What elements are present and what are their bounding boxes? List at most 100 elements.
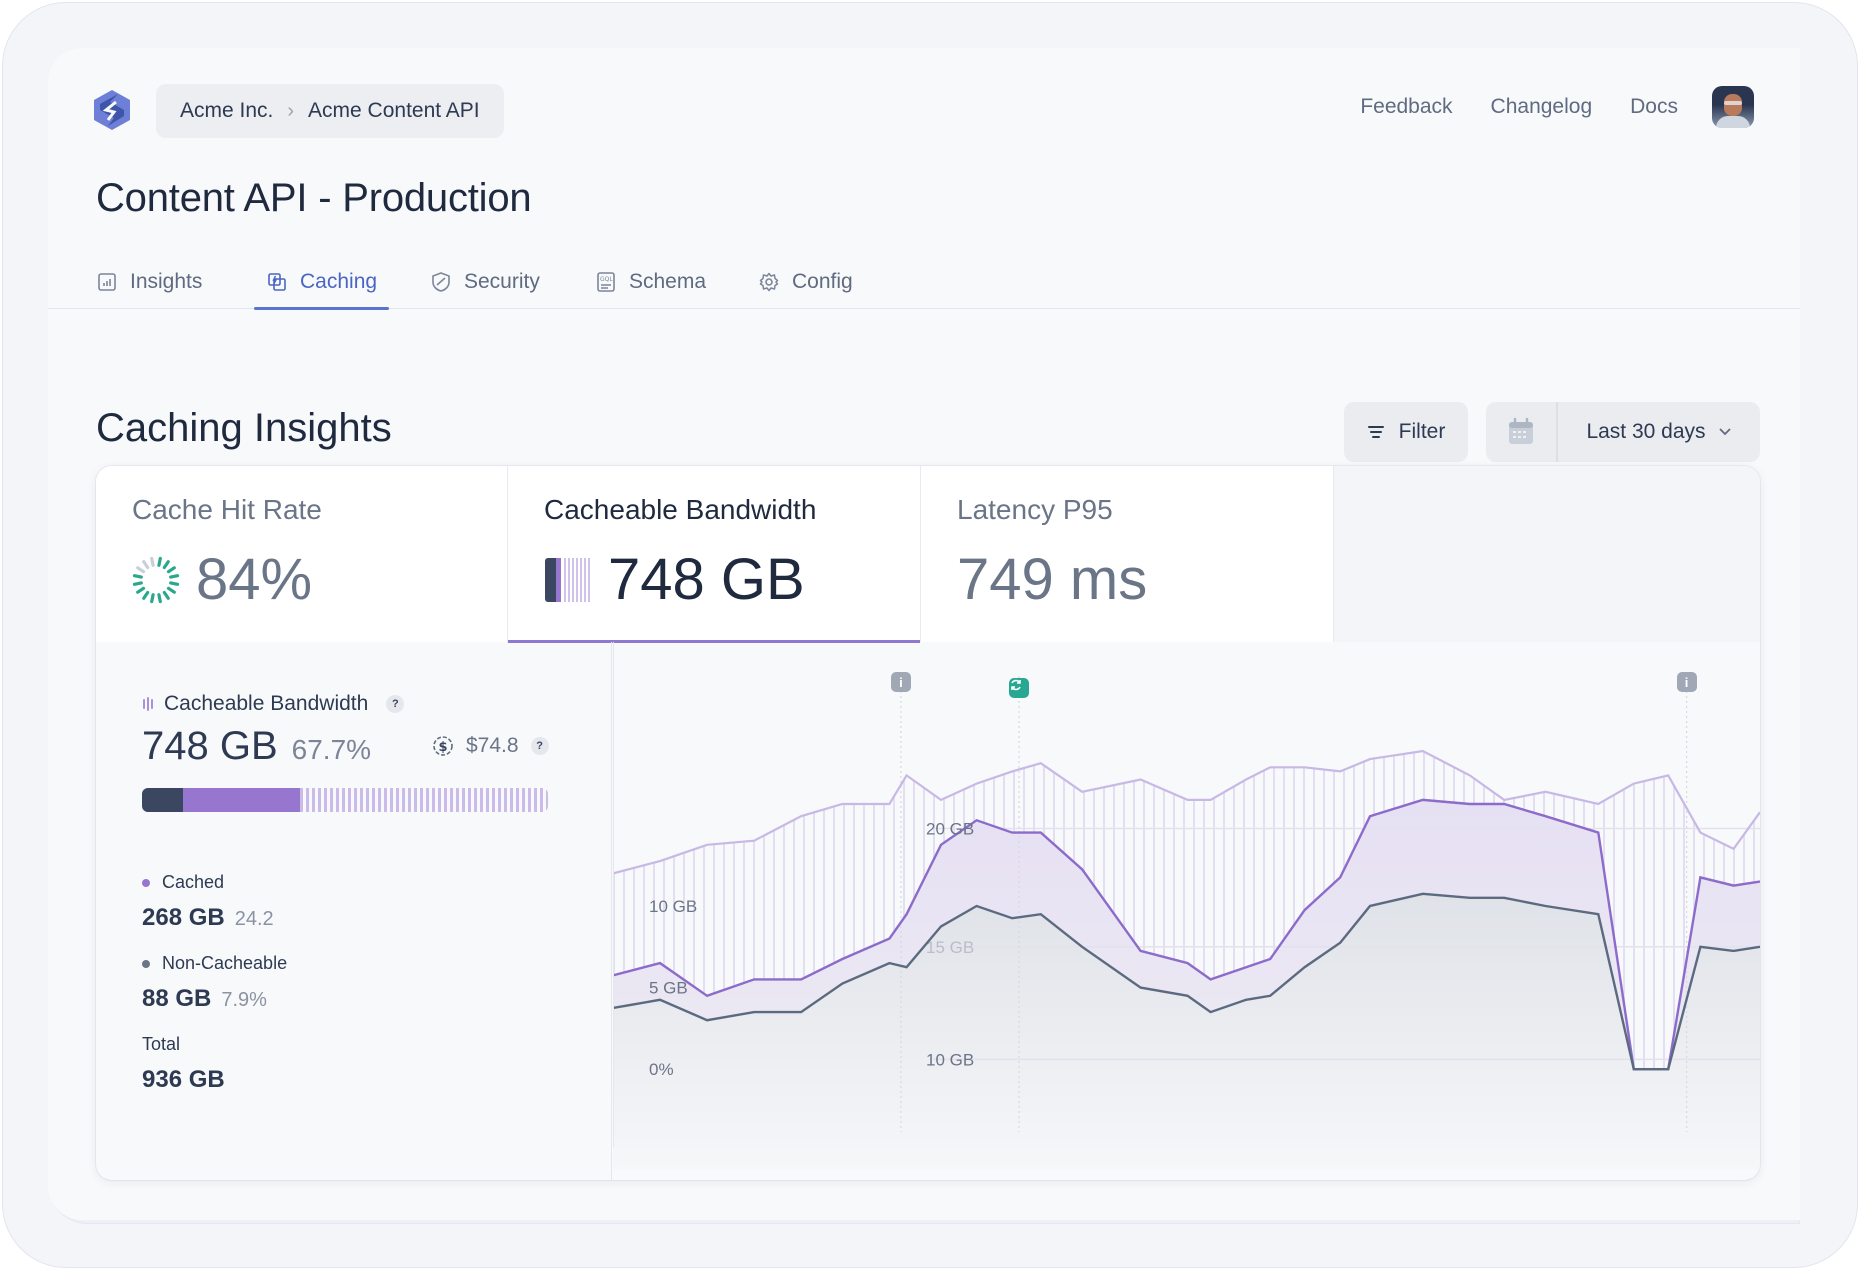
y-axis-label: 0% [649, 1060, 674, 1079]
bandwidth-icon [143, 697, 153, 711]
stat-latency-p95[interactable]: Latency P95 749 ms [921, 466, 1334, 642]
tab-config[interactable]: Config [746, 254, 865, 309]
info-marker-icon[interactable]: i [890, 672, 911, 692]
help-icon[interactable]: ? [530, 737, 549, 755]
calendar-icon [1509, 417, 1533, 444]
top-nav: Feedback Changelog Docs [1360, 86, 1754, 128]
stat-title: Cacheable Bandwidth [544, 494, 817, 525]
bandwidth-chart[interactable]: 10 GB 5 GB 0% 20 GB 15 GB 10 GB i i [613, 642, 1760, 1180]
stat-value-row: 748 GB [544, 546, 805, 613]
cost-row: $ $74.8 ? [432, 734, 549, 758]
cache-icon [268, 272, 286, 291]
ring-segment [136, 586, 146, 594]
tab-insights[interactable]: Insights [84, 254, 214, 309]
bandwidth-summary: Cacheable Bandwidth ? 748 GB 67.7% $ $74… [96, 642, 612, 1180]
calendar-button[interactable] [1486, 402, 1558, 462]
summary-value: 748 GB [142, 724, 278, 768]
ring-segment [166, 565, 176, 573]
tab-schema[interactable]: GQL Schema [583, 254, 718, 309]
refresh-marker-icon[interactable] [1009, 678, 1030, 698]
y-axis-label: 5 GB [649, 979, 688, 998]
y-axis-label: 20 GB [926, 819, 974, 838]
stat-empty-slot [1334, 466, 1760, 642]
tab-security[interactable]: Security [418, 254, 552, 309]
tab-caching[interactable]: Caching [254, 254, 390, 310]
filter-button[interactable]: Filter [1344, 402, 1468, 462]
ring-segment [150, 592, 155, 603]
date-range-picker[interactable]: Last 30 days [1486, 402, 1760, 462]
chevron-right-icon: › [287, 99, 295, 122]
avatar-face [1724, 94, 1742, 116]
stat-title: Latency P95 [957, 494, 1113, 525]
ring-segment [162, 559, 170, 569]
stat-value-row: 84% [132, 546, 312, 613]
y-axis-label: 15 GB [926, 938, 974, 957]
legend-cached: Cached [142, 872, 224, 893]
avatar-glasses [1724, 101, 1742, 105]
ring-segment [157, 556, 162, 567]
summary-value-row: 748 GB 67.7% [142, 724, 371, 769]
ring-segment [136, 565, 146, 573]
cached-dot-icon [142, 878, 150, 887]
ring-segment [166, 586, 176, 594]
total-value-row: 936 GB [142, 1066, 225, 1094]
legend-label: Cached [162, 872, 225, 892]
stat-cacheable-bandwidth[interactable]: Cacheable Bandwidth 748 GB [508, 466, 921, 643]
breadcrumb-project[interactable]: Acme Content API [308, 99, 480, 123]
help-icon[interactable]: ? [386, 695, 405, 713]
breadcrumb: Acme Inc. › Acme Content API [156, 84, 504, 138]
date-range-value: Last 30 days [1586, 420, 1706, 443]
ring-segment [162, 590, 170, 600]
logo-icon[interactable] [92, 88, 132, 132]
stat-cache-hit-rate[interactable]: Cache Hit Rate 84% [96, 466, 508, 642]
ring-segment [169, 580, 180, 586]
caching-card: Cache Hit Rate 84% Cacheable Bandwidth 7… [96, 466, 1760, 1180]
legend-label: Non-Cacheable [162, 953, 288, 973]
ring-segment [132, 580, 143, 586]
summary-percent: 67.7% [291, 734, 372, 765]
tab-label: Caching [300, 269, 378, 293]
chart-svg: 10 GB 5 GB 0% 20 GB 15 GB 10 GB [613, 642, 1760, 1170]
legend-label: Total [142, 1034, 181, 1054]
bar-chart-icon [98, 272, 116, 291]
non-cacheable-value-row: 88 GB 7.9% [142, 985, 267, 1013]
ring-segment [150, 556, 155, 567]
chevron-down-icon [1718, 428, 1731, 436]
gql-icon: GQL [597, 271, 615, 292]
tab-label: Schema [629, 269, 707, 293]
tab-bar: Insights Caching Security GQL Schema Con… [48, 254, 1800, 310]
breadcrumb-org[interactable]: Acme Inc. [180, 99, 273, 123]
svg-text:$: $ [439, 740, 448, 755]
section-title: Caching Insights [96, 406, 392, 450]
cached-value: 268 GB [142, 904, 225, 931]
gear-icon [759, 272, 779, 291]
cached-value-row: 268 GB 24.2 [142, 904, 274, 932]
ring-segment [132, 573, 143, 579]
bandwidth-breakdown-bar [142, 788, 548, 812]
ring-segment [169, 573, 180, 579]
stat-value: 84% [196, 547, 313, 612]
legend-non-cacheable: Non-Cacheable [142, 953, 287, 974]
hit-rate-ring-icon [132, 556, 180, 603]
y-axis-label: 10 GB [649, 897, 697, 916]
stat-tabs: Cache Hit Rate 84% Cacheable Bandwidth 7… [96, 466, 1760, 643]
date-range-select[interactable]: Last 30 days [1558, 420, 1760, 444]
stat-value: 748 GB [608, 547, 805, 612]
docs-link[interactable]: Docs [1630, 95, 1678, 119]
user-avatar[interactable] [1712, 86, 1754, 128]
ring-segment [142, 559, 150, 569]
info-marker-icon[interactable]: i [1676, 672, 1697, 692]
total-value: 936 GB [142, 1066, 225, 1093]
summary-header: Cacheable Bandwidth ? [142, 692, 405, 716]
svg-text:GQL: GQL [600, 276, 613, 283]
avatar-shirt [1716, 116, 1750, 128]
changelog-link[interactable]: Changelog [1491, 95, 1593, 119]
ring-segment [142, 590, 150, 600]
cached-percent: 24.2 [234, 908, 274, 930]
tab-label: Config [792, 269, 853, 293]
page-title: Content API - Production [96, 176, 532, 220]
non-cacheable-percent: 7.9% [221, 989, 267, 1011]
app-window: Acme Inc. › Acme Content API Feedback Ch… [48, 48, 1800, 1220]
stat-title: Cache Hit Rate [132, 494, 322, 525]
feedback-link[interactable]: Feedback [1360, 95, 1452, 119]
